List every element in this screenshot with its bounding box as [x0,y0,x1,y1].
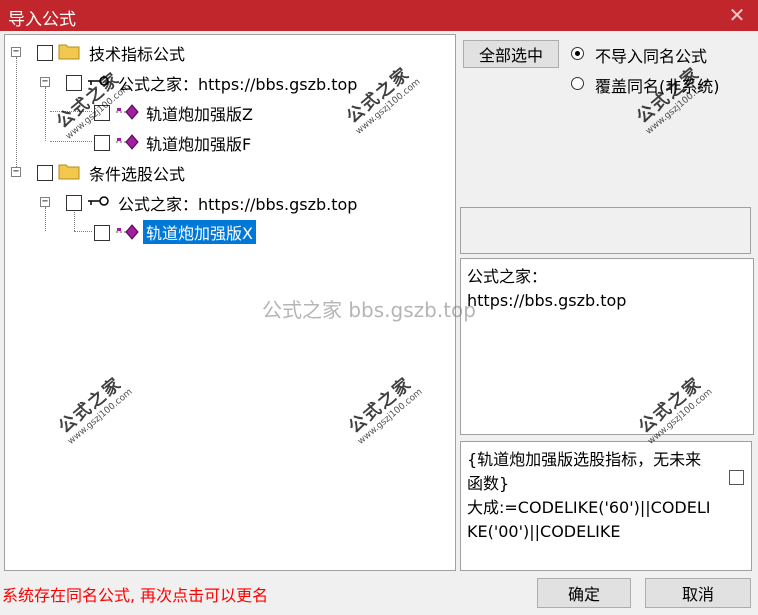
formula-tree[interactable]: − 技术指标公式 − 公式之家：https://bbs.gszb.top 轨道炮… [4,34,456,571]
node-checkbox[interactable] [37,165,53,181]
node-checkbox[interactable] [66,75,82,91]
watermark-stamp: 公式之家 www.gszj100.com [628,58,712,136]
node-label-selected: 轨道炮加强版X [143,220,256,244]
node-label: 轨道炮加强版Z [146,105,253,124]
node-label: 公式之家：https://bbs.gszb.top [118,75,358,94]
tree-node-source-2[interactable]: − 公式之家：https://bbs.gszb.top [5,189,455,217]
collapse-icon[interactable]: − [11,47,21,57]
tree-node-stock-screen[interactable]: − 条件选股公式 [5,159,455,187]
collapse-icon[interactable]: − [11,167,21,177]
radio-button-off[interactable] [571,77,584,90]
node-checkbox[interactable] [37,45,53,61]
info-box [460,207,751,254]
window-title: 导入公式 [8,10,76,30]
radio-no-import[interactable]: 不导入同名公式 [571,43,751,66]
node-label: 条件选股公式 [89,165,186,184]
node-label: 技术指标公式 [89,45,186,64]
key-icon [88,196,109,206]
formula-icon [116,134,139,150]
close-icon[interactable]: ✕ [726,4,748,26]
node-label: 轨道炮加强版F [146,135,252,154]
code-preview-text: {轨道炮加强版选股指标，无未来函数} 大成:=CODELIKE('60')||C… [467,450,711,541]
code-preview-box[interactable]: {轨道炮加强版选股指标，无未来函数} 大成:=CODELIKE('60')||C… [460,441,752,571]
description-text: 公式之家： https://bbs.gszb.top [467,265,717,313]
node-label: 公式之家：https://bbs.gszb.top [118,195,358,214]
tree-node-formula-f[interactable]: 轨道炮加强版F [5,129,455,157]
select-all-button[interactable]: 全部选中 [463,40,559,68]
description-line: https://bbs.gszb.top [467,291,627,310]
tree-node-formula-z[interactable]: 轨道炮加强版Z [5,99,455,127]
formula-icon [116,104,139,120]
radio-overwrite[interactable]: 覆盖同名(非系统) [571,73,751,96]
radio-label: 不导入同名公式 [595,47,708,66]
key-icon [88,76,109,86]
folder-icon [58,44,80,60]
description-box[interactable]: 公式之家： https://bbs.gszb.top [460,258,754,435]
folder-icon [58,164,80,180]
radio-button-on[interactable] [571,47,584,60]
node-checkbox[interactable] [66,195,82,211]
code-checkbox[interactable] [729,470,744,485]
status-message: 系统存在同名公式, 再次点击可以更名 [2,586,269,605]
node-checkbox[interactable] [94,135,110,151]
tree-node-tech-indicators[interactable]: − 技术指标公式 [5,39,455,67]
title-bar: 导入公式 ✕ [0,0,758,31]
node-checkbox[interactable] [94,225,110,241]
collapse-icon[interactable]: − [40,197,50,207]
formula-icon [116,224,139,240]
radio-label: 覆盖同名(非系统) [595,77,720,96]
ok-button[interactable]: 确定 [537,578,631,608]
tree-node-source-1[interactable]: − 公式之家：https://bbs.gszb.top [5,69,455,97]
collapse-icon[interactable]: − [40,77,50,87]
tree-node-formula-x[interactable]: 轨道炮加强版X [5,219,455,247]
cancel-button[interactable]: 取消 [645,578,751,608]
description-line: 公式之家： [467,267,548,286]
node-checkbox[interactable] [94,105,110,121]
